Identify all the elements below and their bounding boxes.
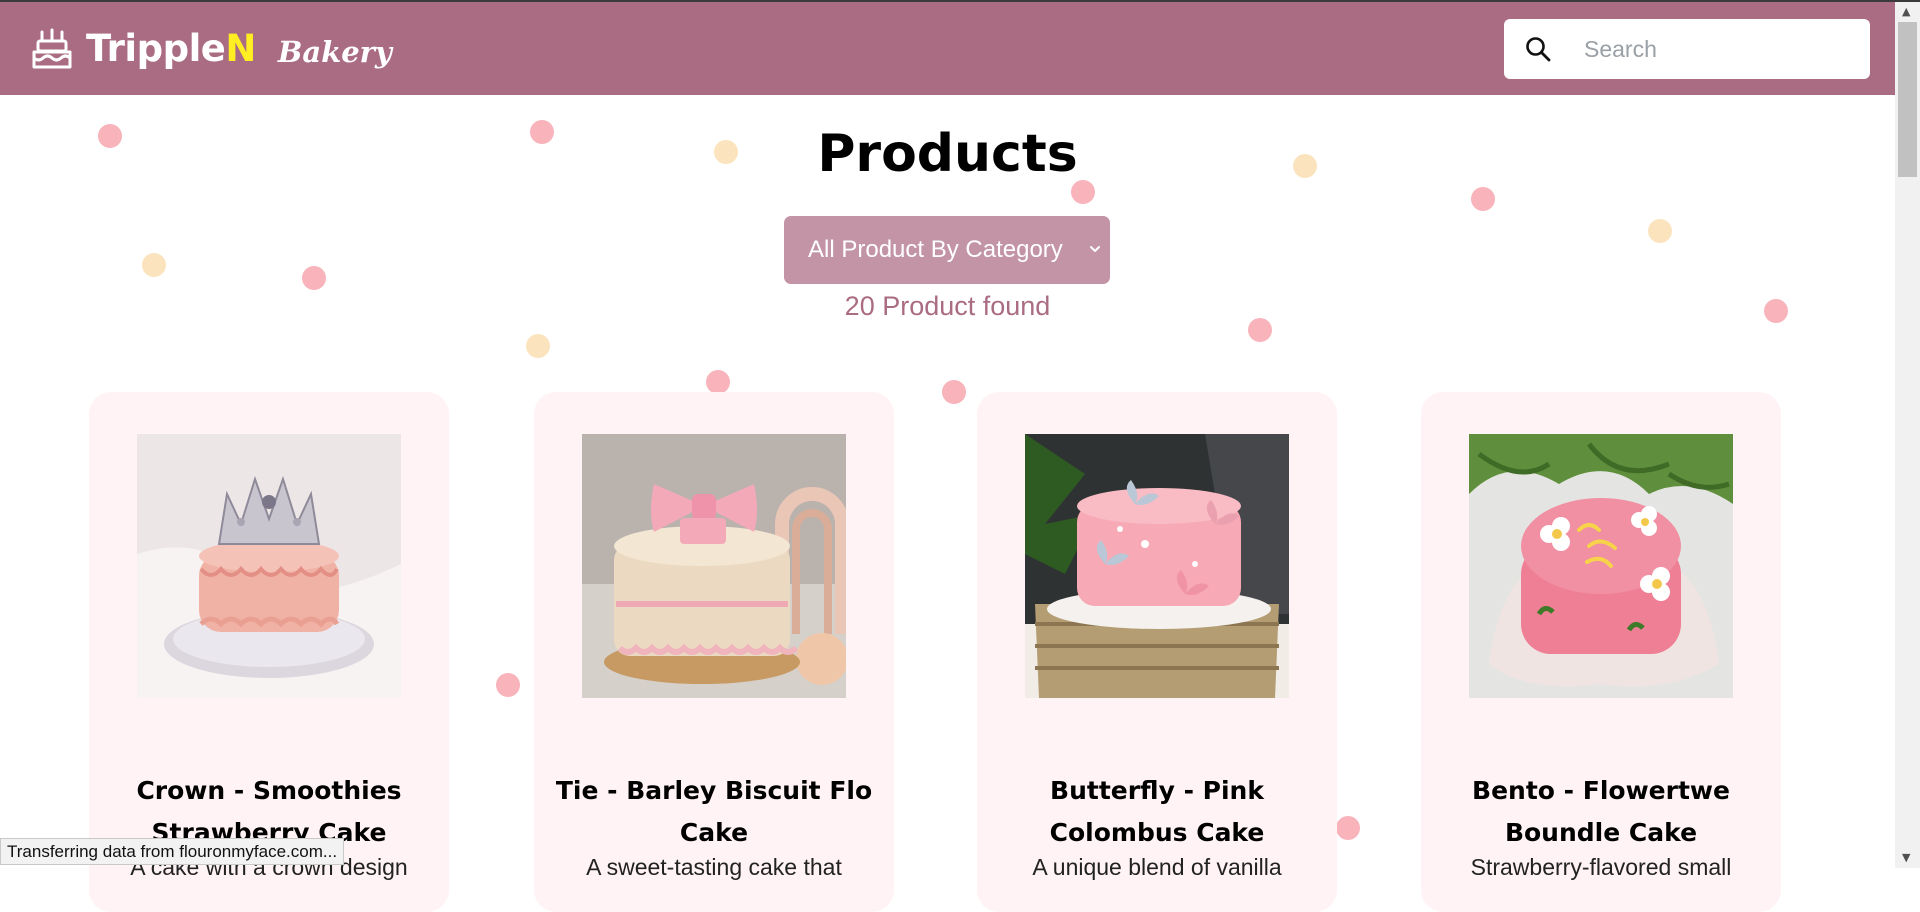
product-title[interactable]: Butterfly - Pink Colombus Cake [977, 770, 1337, 854]
scroll-down-arrow-icon[interactable]: ▼ [1902, 851, 1910, 864]
product-card[interactable]: Butterfly - Pink Colombus Cake A unique … [977, 392, 1337, 912]
confetti-dot [142, 253, 166, 277]
product-image[interactable] [1025, 434, 1289, 698]
confetti-dot [496, 673, 520, 697]
chevron-down-icon [1090, 246, 1100, 252]
confetti-dot [1648, 219, 1672, 243]
product-image[interactable] [1469, 434, 1733, 698]
category-select[interactable]: All Product By Category [784, 216, 1110, 284]
product-card[interactable]: Crown - Smoothies Strawberry Cake A cake… [89, 392, 449, 912]
confetti-dot [706, 370, 730, 394]
confetti-dot [1471, 187, 1495, 211]
browser-status-bar: Transferring data from flouronmyface.com… [0, 838, 345, 865]
search-input[interactable] [1582, 34, 1856, 64]
confetti-dot [526, 334, 550, 358]
scroll-thumb[interactable] [1898, 22, 1917, 177]
product-title[interactable]: Tie - Barley Biscuit Flo Cake [534, 770, 894, 854]
brand-name: TrippleN [86, 27, 256, 70]
confetti-dot [1336, 816, 1360, 840]
page-scrollbar[interactable]: ▲ ▼ [1895, 2, 1920, 868]
cake-icon [32, 28, 72, 68]
product-count: 20 Product found [844, 291, 1051, 321]
product-card[interactable]: Tie - Barley Biscuit Flo Cake A sweet-ta… [534, 392, 894, 912]
product-title[interactable]: Bento - Flowertwe Boundle Cake [1421, 770, 1781, 854]
category-select-value: All Product By Category [808, 236, 1063, 263]
page-title: Products [817, 124, 1078, 184]
brand-name-main: Tripple [86, 27, 226, 70]
search-icon[interactable] [1524, 35, 1552, 63]
product-image[interactable] [582, 434, 846, 698]
product-image[interactable] [137, 434, 401, 698]
scroll-up-arrow-icon[interactable]: ▲ [1902, 5, 1910, 18]
confetti-dot [302, 266, 326, 290]
brand-logo[interactable]: TrippleN Bakery [32, 27, 392, 70]
navbar: TrippleN Bakery [0, 2, 1895, 95]
brand-subtitle: Bakery [277, 34, 392, 69]
product-card[interactable]: Bento - Flowertwe Boundle Cake Strawberr… [1421, 392, 1781, 912]
brand-name-accent: N [225, 27, 256, 70]
confetti-dot [942, 380, 966, 404]
search-box[interactable] [1504, 19, 1870, 79]
